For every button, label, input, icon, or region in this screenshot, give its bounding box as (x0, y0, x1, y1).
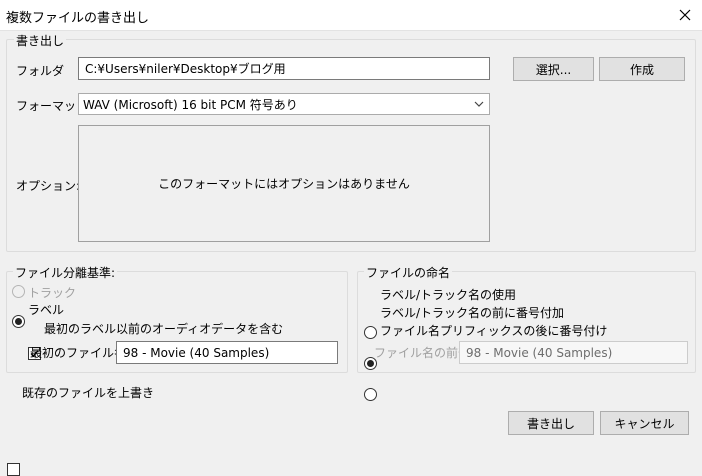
split-track-radio[interactable] (12, 285, 25, 298)
prefix-value: 98 - Movie (40 Samples) (466, 345, 613, 360)
folder-label: フォルダ (16, 64, 65, 78)
export-legend: 書き出し (14, 32, 67, 49)
folder-input-value: C:¥Users¥niler¥Desktop¥ブログ用 (85, 62, 286, 76)
first-file-value: 98 - Movie (40 Samples) (123, 345, 270, 360)
split-label-radio[interactable] (12, 315, 25, 328)
split-track-label: トラック (28, 286, 77, 300)
prefix-label: ファイル名の前部 (374, 346, 471, 360)
include-audio-label: 最初のラベル以前のオーディオデータを含む (44, 322, 284, 336)
cancel-button[interactable]: キャンセル (600, 411, 689, 435)
naming-legend: ファイルの命名 (364, 264, 453, 281)
overwrite-label: 既存のファイルを上書き (22, 386, 155, 400)
close-icon (679, 9, 691, 21)
first-file-label: 最初のファイル名 (30, 346, 127, 360)
first-file-input[interactable]: 98 - Movie (40 Samples) (116, 341, 338, 364)
format-select[interactable]: WAV (Microsoft) 16 bit PCM 符号あり (78, 93, 490, 115)
options-panel: このフォーマットにはオプションはありません (78, 125, 490, 242)
naming-number-before-text: ラベル/トラック名の前に番号付加 (380, 306, 565, 320)
close-button[interactable] (668, 0, 702, 30)
prefix-input[interactable]: 98 - Movie (40 Samples) (459, 341, 688, 364)
chevron-down-icon (474, 101, 484, 107)
export-button[interactable]: 書き出し (508, 411, 594, 435)
overwrite-checkbox[interactable] (7, 463, 20, 476)
split-legend: ファイル分離基準: (13, 264, 118, 281)
create-folder-button[interactable]: 作成 (599, 57, 685, 81)
window-title: 複数ファイルの書き出し (6, 11, 150, 26)
split-label-label: ラベル (28, 303, 65, 317)
options-message: このフォーマットにはオプションはありません (158, 177, 410, 191)
options-label: オプション: (16, 179, 81, 193)
title-divider (0, 30, 702, 31)
folder-input[interactable]: C:¥Users¥niler¥Desktop¥ブログ用 (78, 57, 490, 80)
format-select-value: WAV (Microsoft) 16 bit PCM 符号あり (83, 97, 298, 112)
naming-use-label-radio[interactable] (364, 326, 377, 339)
naming-use-label-text: ラベル/トラック名の使用 (380, 288, 517, 302)
select-folder-button[interactable]: 選択... (513, 57, 594, 81)
naming-number-after-text: ファイル名プリフィックスの後に番号付け (380, 324, 608, 338)
naming-number-after-radio[interactable] (364, 388, 377, 401)
